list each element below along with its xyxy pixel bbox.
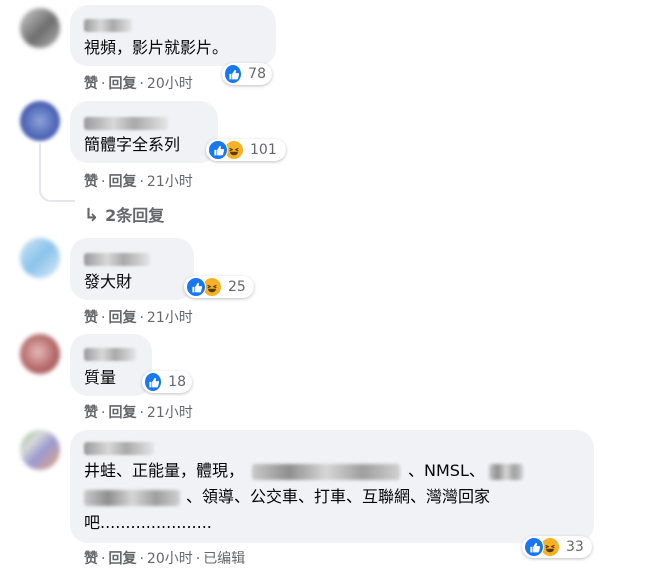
avatar[interactable] [20, 430, 60, 470]
comment-bubble: 井蛙、正能量，體現， 、NMSL、 、領導、公交車、打車、互聯網、灣灣回家 吧..… [70, 430, 594, 543]
comment-bubble: 簡體字全系列 [70, 101, 218, 163]
reactions-summary[interactable]: 101 [206, 139, 286, 161]
separator: · [101, 310, 106, 326]
separator: · [139, 551, 144, 567]
reaction-count: 101 [250, 142, 277, 158]
comment-text-line-1: 井蛙、正能量，體現， 、NMSL、 [84, 458, 523, 484]
comment-actions: 赞 · 回复 · 21小时 [84, 171, 193, 191]
text-segment: 、NMSL、 [408, 461, 485, 480]
like-reaction-icon [144, 372, 163, 392]
reaction-count: 25 [228, 279, 246, 295]
comment-bubble: 發大財 [70, 238, 194, 300]
like-reaction-icon [224, 64, 243, 84]
redacted-text [84, 489, 180, 506]
like-button[interactable]: 赞 [84, 76, 98, 92]
redacted-text [488, 463, 523, 480]
like-button[interactable]: 赞 [84, 310, 98, 326]
avatar[interactable] [20, 334, 60, 374]
like-reaction-icon [524, 537, 544, 557]
reactions-summary[interactable]: 18 [142, 371, 192, 393]
comment-text-line-2: 、領導、公交車、打車、互聯網、灣灣回家 [84, 484, 490, 510]
like-button[interactable]: 赞 [84, 174, 98, 190]
reaction-count: 33 [566, 539, 584, 555]
avatar[interactable] [20, 8, 60, 48]
reply-button[interactable]: 回复 [108, 551, 136, 567]
timestamp[interactable]: 21小时 [147, 174, 193, 190]
separator: · [101, 174, 106, 190]
redacted-text [252, 463, 401, 480]
reply-arrow-icon: ↳ [84, 205, 100, 226]
separator: · [139, 174, 144, 190]
view-replies-link[interactable]: ↳ 2条回复 [84, 202, 164, 226]
reaction-count: 18 [168, 374, 186, 390]
timestamp[interactable]: 21小时 [147, 310, 193, 326]
timestamp[interactable]: 20小时 [147, 551, 193, 567]
like-reaction-icon [208, 140, 228, 160]
like-button[interactable]: 赞 [84, 405, 98, 421]
avatar[interactable] [20, 101, 60, 141]
separator: · [101, 405, 106, 421]
separator: · [139, 310, 144, 326]
author-name[interactable] [84, 253, 150, 266]
separator: · [139, 405, 144, 421]
like-button[interactable]: 赞 [84, 551, 98, 567]
text-segment: 井蛙、正能量，體現， [84, 461, 245, 480]
comment-actions: 赞 · 回复 · 20小时 · 已编辑 [84, 548, 245, 568]
like-reaction-icon [186, 277, 206, 297]
reply-button[interactable]: 回复 [108, 76, 136, 92]
timestamp[interactable]: 21小时 [147, 405, 193, 421]
author-name[interactable] [84, 348, 136, 361]
comment-actions: 赞 · 回复 · 20小时 [84, 73, 193, 93]
separator: · [195, 551, 201, 567]
edited-label: 已编辑 [203, 551, 246, 567]
author-name[interactable] [84, 442, 154, 455]
comment-actions: 赞 · 回复 · 21小时 [84, 307, 193, 327]
reactions-summary[interactable]: 78 [222, 63, 272, 85]
thread-connector [39, 144, 75, 202]
reaction-count: 78 [248, 66, 266, 82]
replies-count: 2条回复 [105, 206, 165, 225]
separator: · [139, 76, 144, 92]
reply-button[interactable]: 回复 [108, 310, 136, 326]
comment-bubble: 視頻，影片就影片。 [70, 5, 276, 66]
avatar[interactable] [20, 238, 60, 278]
comment-text: 簡體字全系列 [84, 135, 181, 154]
comment-actions: 赞 · 回复 · 21小时 [84, 402, 193, 422]
reactions-summary[interactable]: 33 [522, 536, 592, 558]
author-name[interactable] [84, 19, 132, 32]
comment-text-line-3: 吧...................... [84, 513, 212, 532]
separator: · [101, 76, 106, 92]
reply-button[interactable]: 回复 [108, 405, 136, 421]
timestamp[interactable]: 20小时 [147, 76, 193, 92]
comment-text: 質量 [84, 368, 117, 387]
comment-text: 發大財 [84, 272, 133, 291]
text-segment: 、領導、公交車、打車、互聯網、灣灣回家 [186, 487, 491, 506]
comment-bubble: 質量 [70, 334, 152, 396]
author-name[interactable] [84, 117, 168, 130]
reactions-summary[interactable]: 25 [184, 276, 254, 298]
separator: · [101, 551, 106, 567]
comment-text: 視頻，影片就影片。 [84, 38, 229, 57]
reply-button[interactable]: 回复 [108, 174, 136, 190]
